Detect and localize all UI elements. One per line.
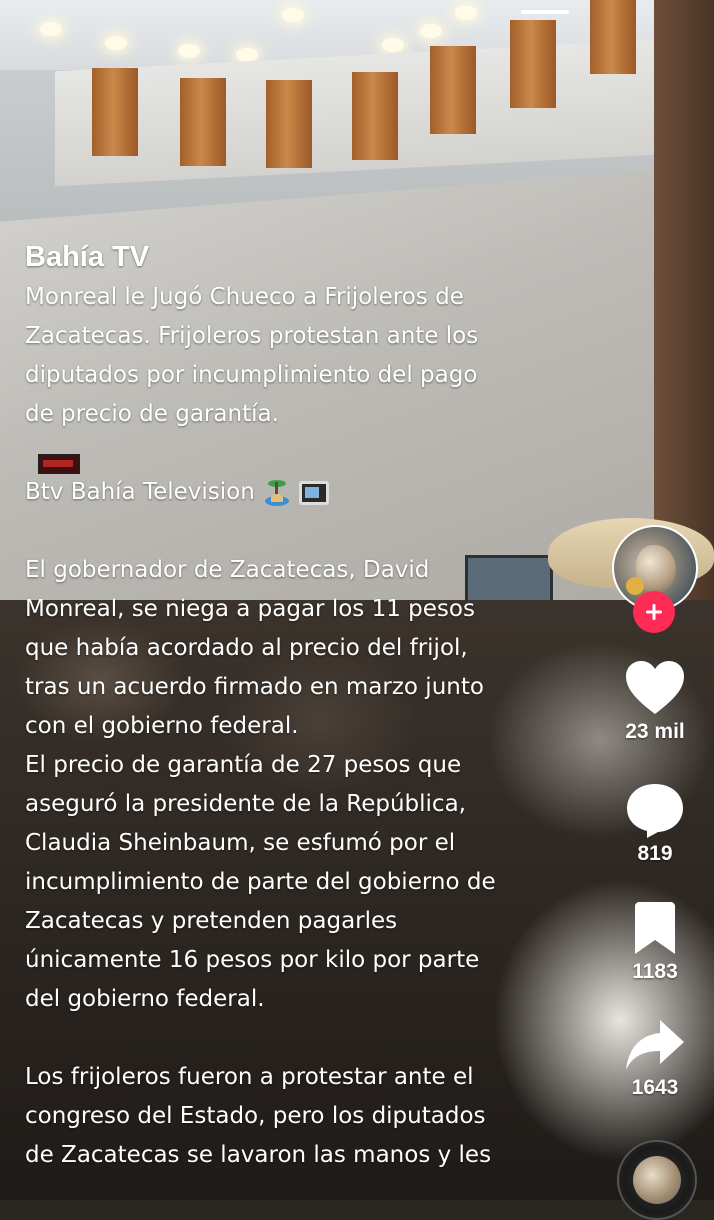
avatar-accent [626, 577, 644, 595]
wood-panel [180, 78, 226, 166]
comment-bubble-icon [627, 784, 683, 838]
save-button[interactable]: 1183 [610, 902, 700, 984]
share-arrow-icon [626, 1020, 684, 1070]
wood-panel [92, 68, 138, 156]
ceiling-light [420, 24, 442, 38]
comment-count: 819 [637, 842, 673, 865]
save-count: 1183 [632, 960, 678, 983]
ceiling-light [178, 44, 200, 58]
channel-line-text: Btv Bahía Television [25, 479, 255, 505]
share-button[interactable]: 1643 [610, 1018, 700, 1100]
caption-closing-paragraph: Los frijoleros fueron a protestar ante e… [25, 1064, 492, 1168]
share-count: 1643 [631, 1076, 679, 1099]
comment-button[interactable]: 819 [610, 782, 700, 866]
wood-panel [590, 0, 636, 74]
ceiling-light [40, 22, 62, 36]
ceiling-light [382, 38, 404, 52]
island-emoji [263, 479, 291, 506]
wood-panel [352, 72, 398, 160]
disc-cover-image [633, 1156, 681, 1204]
television-emoji [298, 480, 329, 505]
wood-panel [266, 80, 312, 168]
bookmark-icon [635, 902, 675, 954]
plus-icon [646, 604, 662, 620]
music-disc-icon[interactable] [617, 1140, 697, 1220]
top-indicator [521, 10, 569, 14]
author-name[interactable]: Bahía TV [25, 238, 565, 276]
like-count: 23 mil [625, 720, 685, 743]
wood-panel [430, 46, 476, 134]
ceiling-light [282, 8, 304, 22]
caption-title-paragraph: Monreal le Jugó Chueco a Frijoleros de Z… [25, 284, 479, 427]
wood-panel [510, 20, 556, 108]
like-button[interactable]: 23 mil [610, 660, 700, 744]
channel-line: Btv Bahía Television [25, 473, 565, 512]
ceiling-light [105, 36, 127, 50]
caption-body-paragraph: El gobernador de Zacatecas, David Monrea… [25, 557, 496, 1012]
follow-button[interactable] [633, 591, 675, 633]
ceiling-light [455, 6, 477, 20]
post-caption[interactable]: Bahía TV Monreal le Jugó Chueco a Frijol… [25, 238, 565, 1175]
heart-icon [626, 661, 684, 714]
